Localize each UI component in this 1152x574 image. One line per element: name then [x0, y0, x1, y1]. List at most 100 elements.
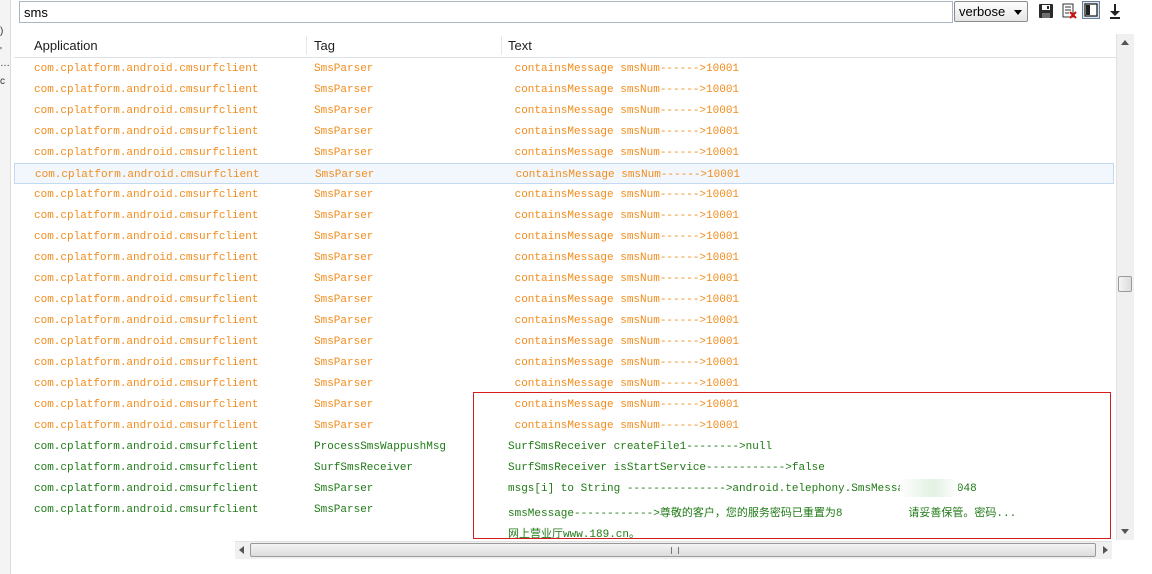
scroll-right-icon[interactable] — [1103, 546, 1108, 554]
cell-text: containsMessage smsNum------>10001 — [508, 273, 740, 285]
table-row[interactable]: com.cplatform.android.cmsurfclient SurfSm… — [14, 457, 1114, 478]
horizontal-scroll-thumb[interactable] — [250, 543, 1096, 557]
log-level-value: verbose — [959, 4, 1006, 19]
cell-tag: SmsParser — [314, 189, 374, 201]
cell-tag: ProcessSmsWappushMsg — [314, 441, 447, 453]
column-divider[interactable] — [501, 36, 502, 55]
table-row[interactable]: com.cplatform.android.cmsurfclient SmsPar… — [14, 373, 1114, 394]
cell-tag: SmsParser — [314, 210, 374, 222]
cell-tag: SmsParser — [314, 399, 374, 411]
toggle-panel-icon[interactable] — [1082, 1, 1100, 19]
cell-tag: SmsParser — [314, 420, 374, 432]
cell-text: containsMessage smsNum------>10001 — [508, 126, 740, 138]
cell-tag: SmsParser — [314, 357, 374, 369]
cell-text: containsMessage smsNum------>10001 — [508, 378, 740, 390]
table-row[interactable]: com.cplatform.android.cmsurfclient SmsPar… — [14, 121, 1114, 142]
save-icon[interactable] — [1038, 3, 1054, 19]
cell-text: containsMessage smsNum------>10001 — [508, 399, 740, 411]
cell-tag: SmsParser — [314, 63, 374, 75]
log-table: Application Tag Text com.cplatform.andro… — [14, 34, 1116, 540]
cell-application: com.cplatform.android.cmsurfclient — [34, 63, 259, 75]
column-header-application[interactable]: Application — [34, 38, 98, 53]
cell-application: com.cplatform.android.cmsurfclient — [34, 483, 259, 495]
left-edge-fragment: ' — [0, 46, 2, 57]
grip-icon — [671, 547, 679, 554]
cell-application: com.cplatform.android.cmsurfclient — [34, 378, 259, 390]
table-row[interactable]: com.cplatform.android.cmsurfclient SmsPar… — [14, 394, 1114, 415]
cell-tag: SmsParser — [314, 315, 374, 327]
table-row[interactable]: com.cplatform.android.cmsurfclient SmsPar… — [14, 79, 1114, 100]
cell-application: com.cplatform.android.cmsurfclient — [35, 169, 260, 181]
table-row[interactable]: com.cplatform.android.cmsurfclient SmsPar… — [14, 310, 1114, 331]
cell-application: com.cplatform.android.cmsurfclient — [34, 147, 259, 159]
chevron-down-icon — [1014, 10, 1022, 15]
cell-application: com.cplatform.android.cmsurfclient — [34, 126, 259, 138]
table-row[interactable]: com.cplatform.android.cmsurfclient SmsPar… — [14, 415, 1114, 436]
table-row[interactable]: com.cplatform.android.cmsurfclient SmsPar… — [14, 247, 1114, 268]
column-header-tag[interactable]: Tag — [314, 38, 335, 53]
table-row[interactable]: com.cplatform.android.cmsurfclient SmsPar… — [14, 268, 1114, 289]
cell-text: containsMessage smsNum------>10001 — [508, 63, 740, 75]
cell-tag: SmsParser — [314, 294, 374, 306]
table-row[interactable]: com.cplatform.android.cmsurfclient SmsPar… — [14, 499, 1114, 520]
table-row[interactable]: com.cplatform.android.cmsurfclient SmsPar… — [14, 289, 1114, 310]
table-row[interactable]: com.cplatform.android.cmsurfclient SmsPar… — [14, 184, 1114, 205]
cell-application: com.cplatform.android.cmsurfclient — [34, 105, 259, 117]
cell-tag: SmsParser — [314, 105, 374, 117]
cell-text: smsMessage------------>尊敬的客户，您的服务密码已重置为8… — [508, 508, 1017, 520]
cell-text: 网上营业厅www.189.cn。 — [508, 529, 641, 540]
table-header: Application Tag Text — [14, 34, 1116, 58]
log-level-select[interactable]: verbose — [954, 1, 1028, 22]
cell-text: containsMessage smsNum------>10001 — [508, 357, 740, 369]
table-row[interactable]: com.cplatform.android.cmsurfclient SmsPar… — [14, 163, 1114, 184]
horizontal-scrollbar[interactable] — [235, 541, 1112, 559]
cell-text: containsMessage smsNum------>10001 — [508, 252, 740, 264]
column-header-text[interactable]: Text — [508, 38, 532, 53]
column-divider[interactable] — [306, 36, 307, 55]
cell-application: com.cplatform.android.cmsurfclient — [34, 357, 259, 369]
cell-tag: SmsParser — [314, 126, 374, 138]
scroll-down-icon[interactable] — [1121, 529, 1129, 534]
scroll-lock-icon[interactable] — [1107, 3, 1123, 19]
scroll-up-icon[interactable] — [1121, 40, 1129, 45]
cell-text: SurfSmsReceiver isStartService----------… — [508, 462, 825, 474]
table-row[interactable]: com.cplatform.android.cmsurfclient SmsPar… — [14, 226, 1114, 247]
cell-text: containsMessage smsNum------>10001 — [508, 336, 740, 348]
cell-application: com.cplatform.android.cmsurfclient — [34, 210, 259, 222]
table-row[interactable]: 网上营业厅www.189.cn。 — [14, 520, 1114, 540]
logcat-toolbar: verbose — [10, 0, 1152, 27]
cell-text: containsMessage smsNum------>10001 — [508, 315, 740, 327]
table-row[interactable]: com.cplatform.android.cmsurfclient SmsPar… — [14, 331, 1114, 352]
table-row[interactable]: com.cplatform.android.cmsurfclient SmsPar… — [14, 100, 1114, 121]
table-row[interactable]: com.cplatform.android.cmsurfclient SmsPar… — [14, 58, 1114, 79]
table-row[interactable]: com.cplatform.android.cmsurfclient Proces… — [14, 436, 1114, 457]
cell-tag: SmsParser — [314, 231, 374, 243]
filter-input[interactable] — [19, 1, 953, 23]
left-edge-fragment: … — [0, 58, 10, 69]
cell-text: containsMessage smsNum------>10001 — [508, 84, 740, 96]
cell-tag: SmsParser — [314, 483, 374, 495]
clear-log-icon[interactable] — [1061, 3, 1077, 19]
scroll-left-icon[interactable] — [239, 546, 244, 554]
table-row[interactable]: com.cplatform.android.cmsurfclient SmsPar… — [14, 142, 1114, 163]
cell-application: com.cplatform.android.cmsurfclient — [34, 84, 259, 96]
cell-tag: SmsParser — [315, 169, 375, 181]
redaction-blur — [900, 479, 958, 497]
cell-application: com.cplatform.android.cmsurfclient — [34, 336, 259, 348]
table-row[interactable]: com.cplatform.android.cmsurfclient SmsPar… — [14, 205, 1114, 226]
cell-application: com.cplatform.android.cmsurfclient — [34, 273, 259, 285]
cell-text: SurfSmsReceiver createFile1-------->null — [508, 441, 773, 453]
table-row[interactable]: com.cplatform.android.cmsurfclient SmsPar… — [14, 352, 1114, 373]
left-panel-edge: ) ' … c — [0, 0, 11, 574]
cell-tag: SmsParser — [314, 504, 374, 516]
cell-application: com.cplatform.android.cmsurfclient — [34, 294, 259, 306]
vertical-scroll-thumb[interactable] — [1118, 276, 1132, 292]
cell-application: com.cplatform.android.cmsurfclient — [34, 231, 259, 243]
cell-application: com.cplatform.android.cmsurfclient — [34, 462, 259, 474]
cell-tag: SmsParser — [314, 252, 374, 264]
cell-application: com.cplatform.android.cmsurfclient — [34, 189, 259, 201]
cell-text: containsMessage smsNum------>10001 — [508, 231, 740, 243]
cell-text: containsMessage smsNum------>10001 — [508, 105, 740, 117]
vertical-scrollbar[interactable] — [1116, 34, 1134, 540]
cell-application: com.cplatform.android.cmsurfclient — [34, 399, 259, 411]
